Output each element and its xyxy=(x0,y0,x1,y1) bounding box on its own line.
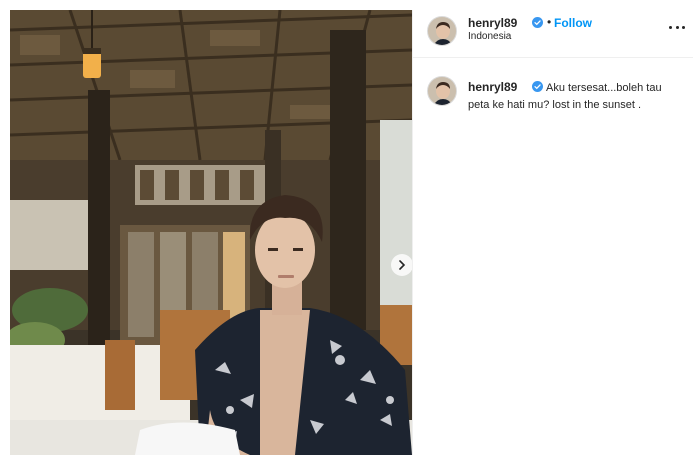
chevron-right-icon xyxy=(399,260,406,270)
username-link[interactable]: henryl89 xyxy=(468,16,517,30)
more-options-icon[interactable] xyxy=(669,20,685,34)
post-photo[interactable] xyxy=(10,10,412,455)
photo-scene xyxy=(10,10,412,455)
avatar-image xyxy=(428,17,456,45)
caption-username-link[interactable]: henryl89 xyxy=(468,80,517,94)
carousel-next-button[interactable] xyxy=(391,254,412,276)
post-side-panel: henryl89 • Follow Indonesia Aku tersesat… xyxy=(412,10,693,455)
separator-dot: • xyxy=(547,15,552,29)
avatar[interactable] xyxy=(427,16,457,46)
avatar-image xyxy=(428,77,456,105)
follow-button[interactable]: Follow xyxy=(554,16,592,30)
avatar[interactable] xyxy=(427,76,457,106)
post-header: henryl89 • Follow Indonesia xyxy=(413,10,693,58)
verified-badge-icon xyxy=(532,81,543,92)
instagram-post: henryl89 • Follow Indonesia Aku tersesat… xyxy=(0,0,700,465)
verified-badge-icon xyxy=(532,17,543,28)
location-link[interactable]: Indonesia xyxy=(468,31,511,42)
